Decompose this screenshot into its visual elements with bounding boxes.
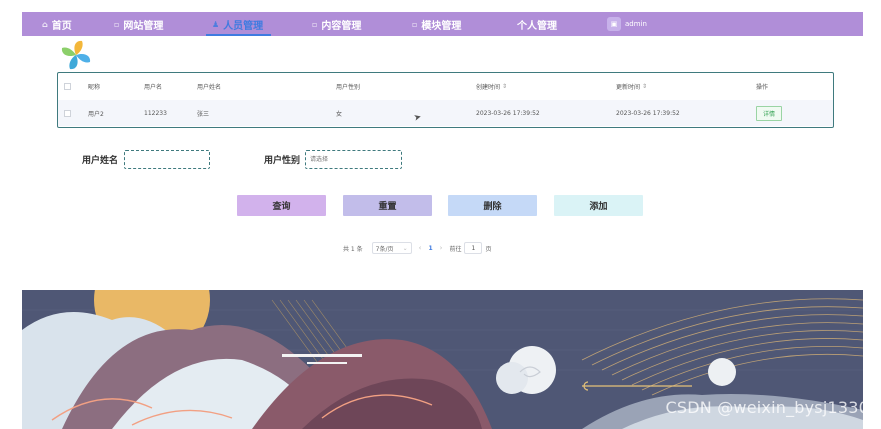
user-name: admin [625, 20, 647, 28]
cell-updated: 2023-03-26 17:39:52 [616, 109, 680, 117]
detail-button[interactable]: 详情 [756, 105, 783, 121]
total-count: 共 1 条 [343, 245, 363, 253]
pinwheel-logo-icon [61, 40, 91, 70]
current-page[interactable]: 1 [428, 245, 432, 252]
name-search-input[interactable] [124, 150, 210, 169]
nav-item-personal[interactable]: 个人管理 [517, 12, 557, 36]
select-all-checkbox[interactable] [64, 82, 71, 90]
nav-module-label: 模块管理 [421, 20, 462, 32]
cell-created: 2023-03-26 17:39:52 [476, 109, 540, 117]
header-created[interactable]: 创建时间 ⇕ [476, 73, 507, 99]
square-icon: ▫ [412, 19, 418, 29]
cell-gender: 女 [336, 110, 343, 118]
header-realname[interactable]: 用户姓名 [197, 73, 221, 99]
table-row[interactable]: 用户2 112233 张三 女 2023-03-26 17:39:52 2023… [58, 100, 833, 126]
prev-page-icon[interactable]: ‹ [419, 244, 422, 252]
nav-people-label: 人员管理 [223, 20, 264, 32]
nav-item-content[interactable]: ▫ 内容管理 [312, 12, 361, 36]
add-button[interactable]: 添加 [554, 195, 643, 216]
nav-item-people[interactable]: ♟ 人员管理 [205, 12, 272, 36]
chevron-down-icon: ⌄ [402, 244, 408, 252]
goto-page-input[interactable] [464, 242, 483, 254]
mouse-cursor-icon: ➤ [412, 112, 423, 124]
csdn-watermark: CSDN @weixin_bysj1330 [665, 398, 869, 417]
sort-icon[interactable]: ⇕ [502, 83, 507, 90]
cell-nickname: 用户2 [88, 110, 104, 118]
cell-realname: 张三 [197, 110, 210, 118]
gender-select[interactable] [305, 150, 402, 169]
top-navigation: ⌂ 首页 ▫ 网站管理 ♟ 人员管理 ▫ 内容管理 ▫ 模块管理 个人管理 ▣ … [22, 12, 863, 36]
goto-suffix: 页 [485, 245, 492, 253]
header-action: 操作 [756, 83, 769, 91]
pagination: 共 1 条 7条/页 ⌄ ‹ 1 › 前往 页 [343, 241, 491, 255]
reset-button[interactable]: 重置 [343, 195, 432, 216]
goto-prefix: 前往 [449, 245, 462, 253]
square-icon: ▫ [114, 19, 120, 29]
nav-item-home[interactable]: ⌂ 首页 [42, 12, 72, 36]
sort-icon[interactable]: ⇕ [642, 83, 647, 90]
user-table: 昵称 用户名 用户姓名 用户性别 创建时间 ⇕ 更新时间 ⇕ 操作 用户2 1122… [57, 72, 834, 128]
header-gender[interactable]: 用户性别 [336, 73, 360, 99]
nav-home-label: 首页 [51, 20, 72, 32]
nav-site-label: 网站管理 [123, 20, 164, 32]
header-updated[interactable]: 更新时间 ⇕ [616, 73, 647, 99]
page-size-select[interactable]: 7条/页 ⌄ [371, 242, 412, 254]
nav-item-site[interactable]: ▫ 网站管理 [114, 12, 163, 36]
header-username[interactable]: 用户名 [144, 73, 162, 99]
header-created-label: 创建时间 [476, 83, 501, 91]
gender-search-label: 用户性别 [264, 156, 301, 166]
nav-item-module[interactable]: ▫ 模块管理 [412, 12, 461, 36]
table-header-row: 昵称 用户名 用户姓名 用户性别 创建时间 ⇕ 更新时间 ⇕ 操作 [58, 73, 833, 99]
name-search-label: 用户姓名 [82, 156, 119, 166]
header-nickname[interactable]: 昵称 [88, 73, 100, 99]
nav-personal-label: 个人管理 [517, 20, 557, 32]
row-checkbox[interactable] [64, 109, 71, 117]
user-menu[interactable]: ▣ admin [607, 12, 647, 36]
avatar-icon: ▣ [607, 17, 621, 31]
cell-username: 112233 [144, 109, 167, 117]
header-updated-label: 更新时间 [616, 83, 641, 91]
nav-content-label: 内容管理 [321, 20, 362, 32]
next-page-icon[interactable]: › [440, 244, 443, 252]
delete-button[interactable]: 删除 [448, 195, 537, 216]
query-button[interactable]: 查询 [237, 195, 326, 216]
user-icon: ♟ [212, 19, 220, 29]
square-icon: ▫ [312, 19, 318, 29]
page-size-value: 7条/页 [375, 245, 394, 253]
home-icon: ⌂ [42, 19, 48, 29]
